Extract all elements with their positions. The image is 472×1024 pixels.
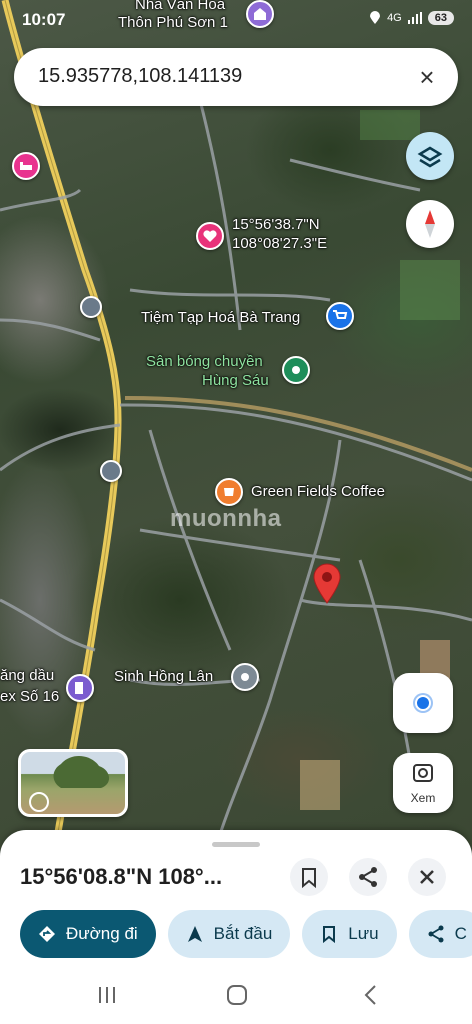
save-bookmark-button[interactable] <box>290 858 328 896</box>
street-view-thumbnail[interactable] <box>18 749 128 817</box>
map-layers-button[interactable] <box>406 132 454 180</box>
recent-apps-button[interactable] <box>96 984 118 1012</box>
home-button[interactable] <box>226 984 248 1012</box>
save-label: Lưu <box>348 924 379 943</box>
directions-label: Đường đi <box>66 924 138 943</box>
place-bottom-sheet[interactable]: 15°56'08.8"N 108°... Đường đi Bắt đầu Lư… <box>0 830 472 1024</box>
battery-indicator: 63 <box>427 11 454 25</box>
home-icon <box>227 985 247 1005</box>
signal-icon <box>407 12 422 24</box>
clear-search-button[interactable]: × <box>410 60 444 94</box>
camera-scan-icon <box>413 764 433 782</box>
map-label-pin-lng: 108°08'27.3"E <box>232 235 328 252</box>
bus-stop-icon[interactable] <box>80 296 102 318</box>
start-navigation-button[interactable]: Bắt đầu <box>167 910 291 958</box>
cafe-icon[interactable] <box>215 478 243 506</box>
watermark-text: muonnha <box>170 505 282 532</box>
recent-apps-icon <box>99 987 115 1003</box>
map-label-coffee: Green Fields Coffee <box>251 483 385 500</box>
action-chips: Đường đi Bắt đầu Lưu C <box>20 910 472 958</box>
status-time: 10:07 <box>22 10 66 29</box>
place-coordinates-title: 15°56'08.8"N 108°... <box>20 864 223 889</box>
search-bar[interactable]: 15.935778,108.141139 × <box>14 48 458 106</box>
sports-field-icon[interactable] <box>282 356 310 384</box>
place-icon[interactable] <box>231 663 259 691</box>
bookmark-icon <box>323 926 336 943</box>
shopping-cart-icon[interactable] <box>326 302 354 330</box>
map-label-volleyball-line2: Hùng Sáu <box>202 372 269 389</box>
close-icon <box>420 870 434 884</box>
map-label-volleyball: Sân bóng chuyền <box>146 353 263 370</box>
hotel-icon[interactable] <box>12 152 40 180</box>
bus-stop-icon[interactable] <box>100 460 122 482</box>
share-icon <box>359 867 377 887</box>
location-status-icon <box>370 11 381 24</box>
share-icon <box>428 925 444 943</box>
close-sheet-button[interactable] <box>408 858 446 896</box>
compass-icon <box>425 210 435 238</box>
back-icon <box>364 985 376 1005</box>
map-label-sinh-hong-lan: Sinh Hồng Lân <box>114 668 214 685</box>
gas-station-icon[interactable] <box>66 674 94 702</box>
map-label-gas-station: ăng dầu <box>0 667 55 684</box>
map-label-grocery: Tiệm Tạp Hoá Bà Trang <box>141 309 301 326</box>
map-label-gas-station-line2: ex Số 16 <box>0 688 60 705</box>
status-bar: 10:07 4G 63 <box>0 0 472 42</box>
compass-button[interactable] <box>406 200 454 248</box>
directions-button[interactable]: Đường đi <box>20 910 156 958</box>
back-button[interactable] <box>360 984 382 1012</box>
saved-place-icon[interactable] <box>196 222 224 250</box>
network-type: 4G <box>387 12 402 24</box>
bookmark-icon <box>302 868 316 889</box>
system-navigation-bar <box>0 970 472 1024</box>
view-button-label: Xem <box>410 791 436 805</box>
sheet-drag-handle[interactable] <box>212 842 260 847</box>
share-button[interactable] <box>349 858 387 896</box>
search-query[interactable]: 15.935778,108.141139 <box>38 65 242 88</box>
dropped-pin-icon[interactable] <box>312 562 342 604</box>
share-label: C <box>454 924 467 943</box>
view-button[interactable]: Xem <box>393 753 453 813</box>
share-place-button[interactable]: C <box>408 910 472 958</box>
my-location-button[interactable] <box>393 673 453 733</box>
directions-icon <box>39 926 55 942</box>
start-label: Bắt đầu <box>213 924 273 943</box>
map-label-pin-lat: 15°56'38.7"N <box>232 216 320 233</box>
navigation-arrow-icon <box>187 926 202 942</box>
layers-icon <box>417 146 443 168</box>
my-location-icon <box>415 695 431 711</box>
save-place-button[interactable]: Lưu <box>302 910 397 958</box>
